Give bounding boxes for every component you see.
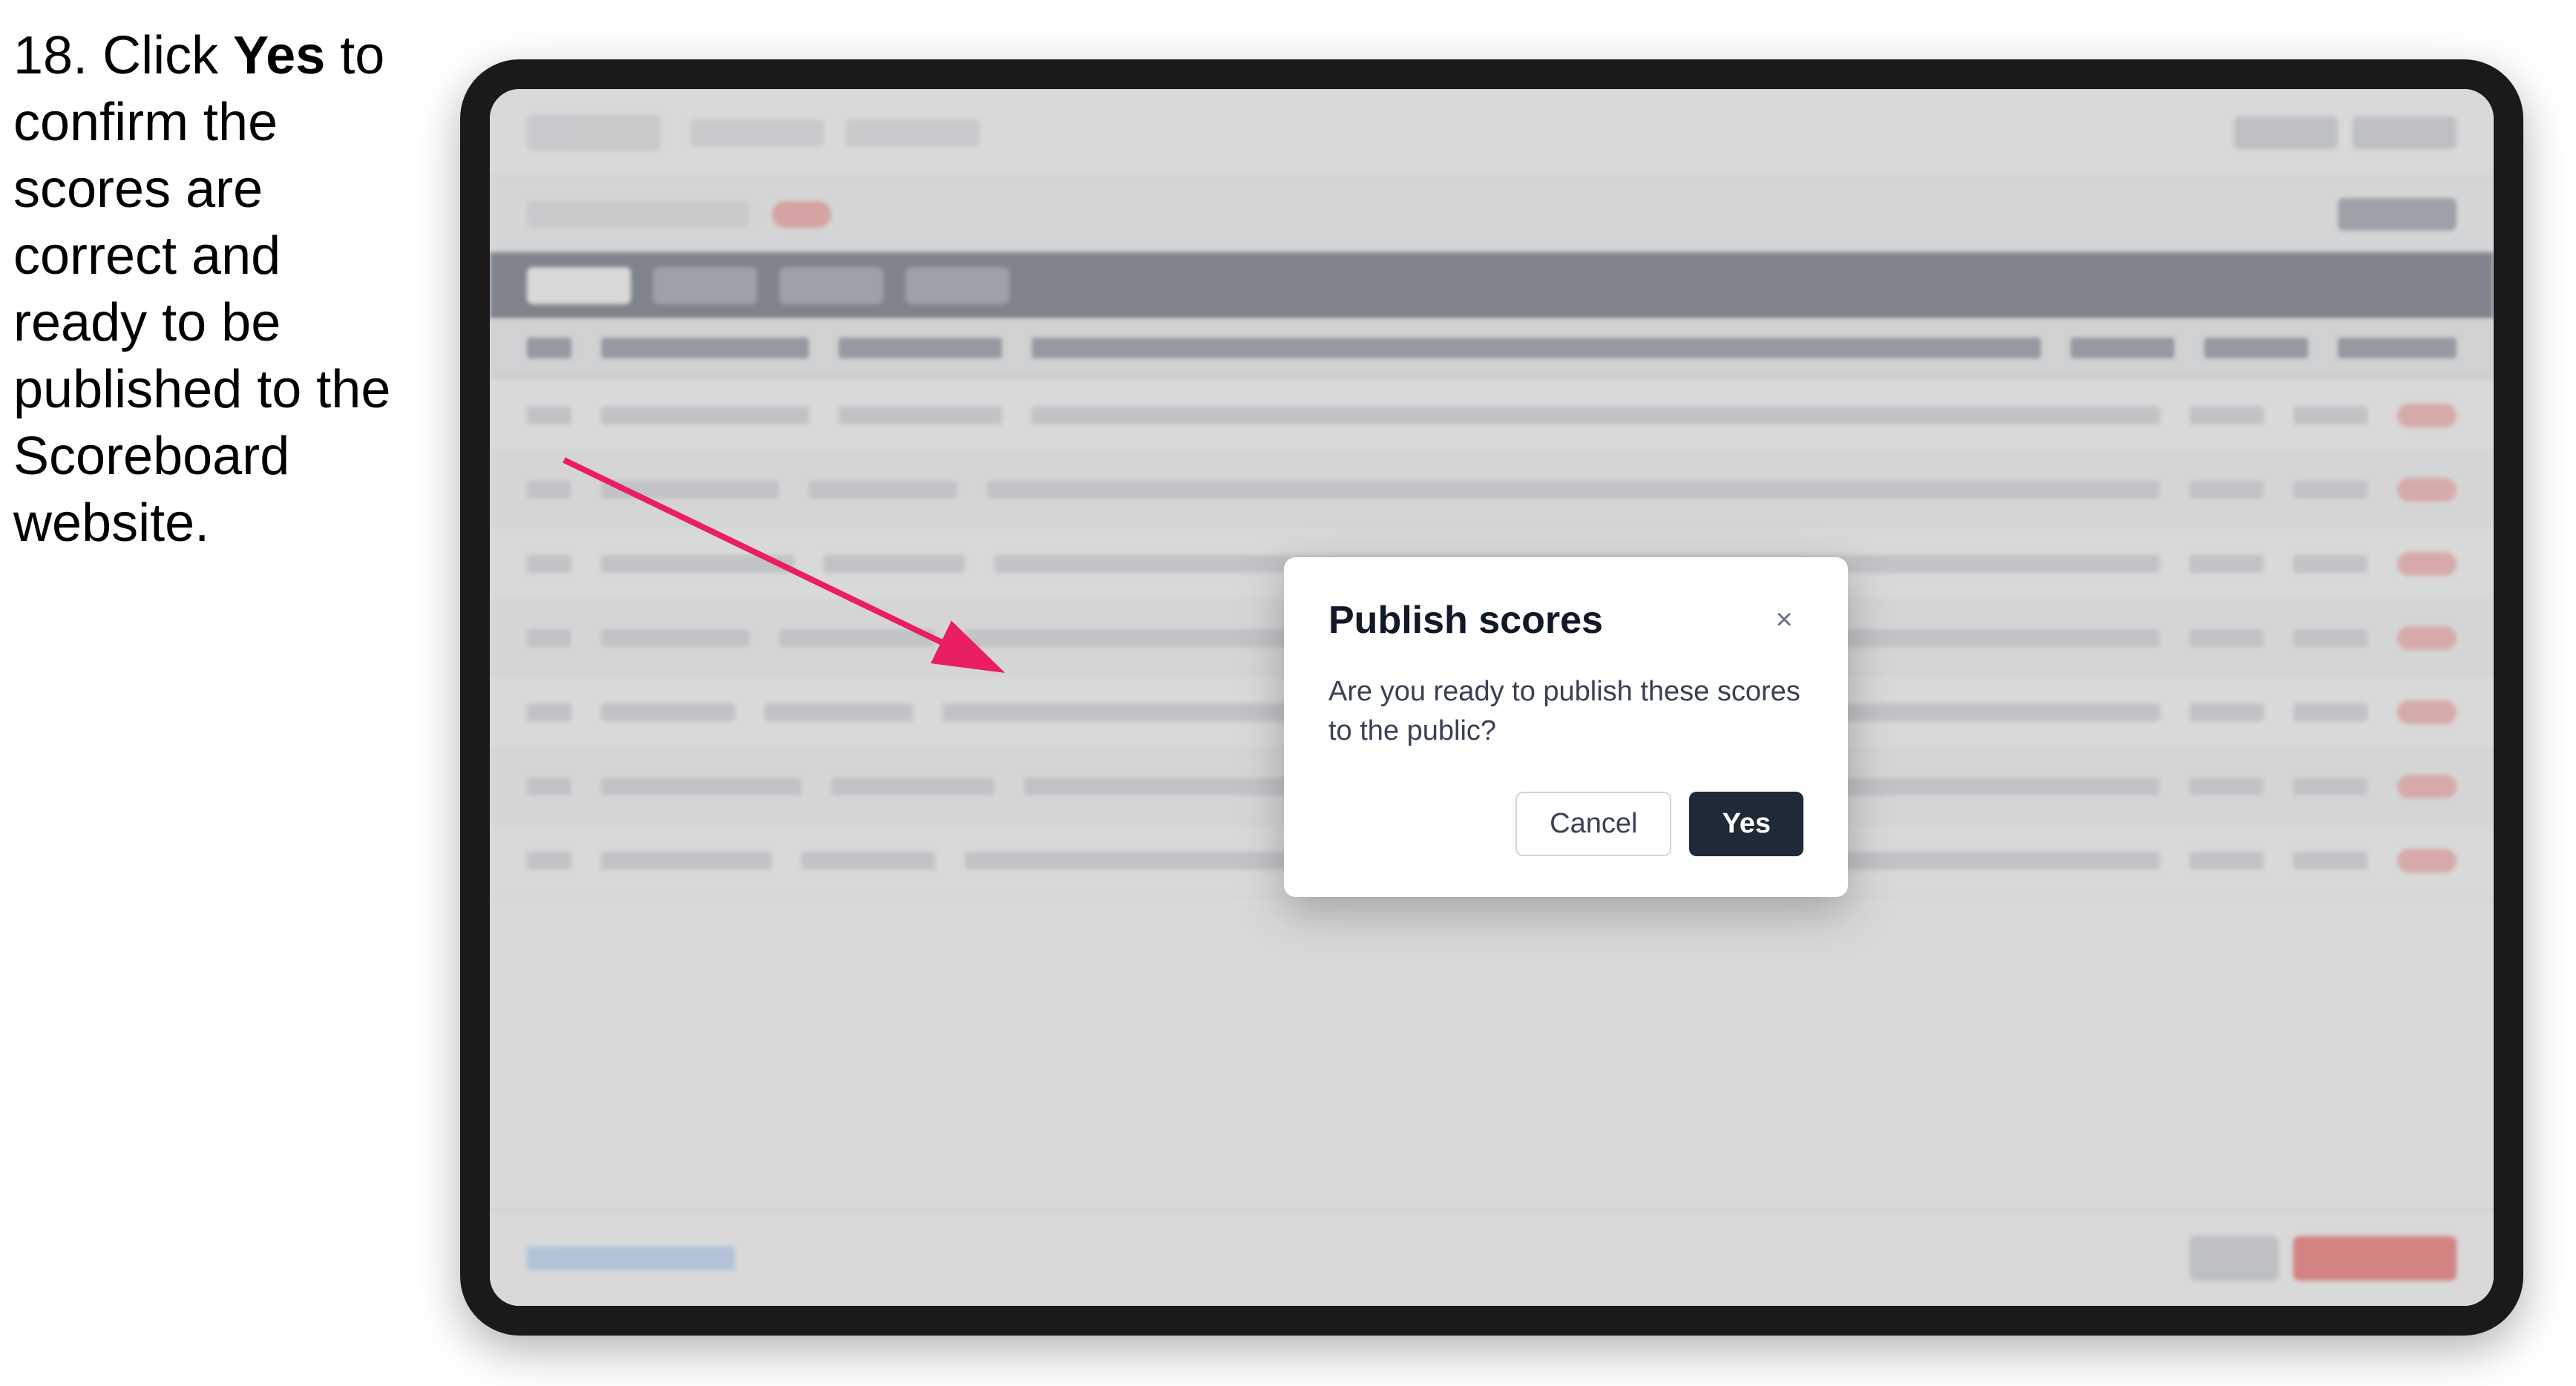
modal-yes-button[interactable]: Yes [1689,792,1803,856]
modal-cancel-button[interactable]: Cancel [1515,792,1671,856]
modal-header: Publish scores × [1328,598,1803,643]
step-number: 18. [13,26,88,85]
modal-title: Publish scores [1328,598,1603,643]
instruction-part2: to confirm the scores are correct and re… [13,26,390,553]
instruction-text: 18. Click Yes to confirm the scores are … [13,22,429,556]
modal-overlay: Publish scores × Are you ready to publis… [490,89,2494,1306]
modal-dialog: Publish scores × Are you ready to publis… [1284,557,1848,897]
modal-body-text: Are you ready to publish these scores to… [1328,672,1803,751]
instruction-part1: Click [88,26,233,85]
modal-close-button[interactable]: × [1765,601,1803,640]
instruction-bold: Yes [233,26,325,85]
modal-footer: Cancel Yes [1328,792,1803,856]
tablet-screen: Publish scores × Are you ready to publis… [490,89,2494,1306]
tablet-device: Publish scores × Are you ready to publis… [460,59,2523,1336]
